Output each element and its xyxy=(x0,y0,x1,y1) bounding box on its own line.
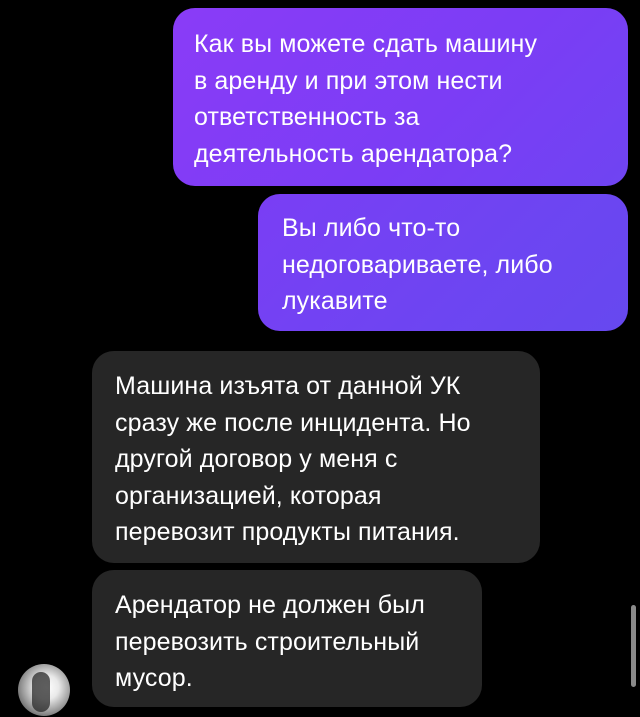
incoming-message-bubble[interactable]: Арендатор не должен был перевозить строи… xyxy=(92,570,482,707)
avatar-photo-detail xyxy=(32,672,50,712)
outgoing-message-bubble[interactable]: Вы либо что-то недоговариваете, либо лук… xyxy=(258,194,628,331)
avatar[interactable] xyxy=(18,664,70,716)
scrollbar[interactable] xyxy=(631,605,636,687)
incoming-message-bubble[interactable]: Машина изъята от данной УК сразу же посл… xyxy=(92,351,540,563)
outgoing-message-bubble[interactable]: Как вы можете сдать машину в аренду и пр… xyxy=(173,8,628,186)
